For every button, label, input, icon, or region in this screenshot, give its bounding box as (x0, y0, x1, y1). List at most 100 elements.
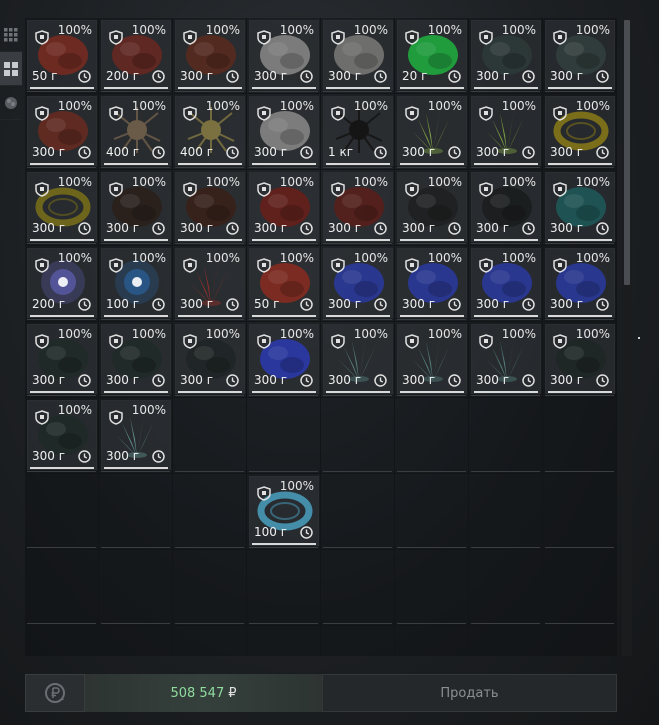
item-weight: 300 г (550, 297, 584, 311)
grid-cell[interactable] (25, 550, 99, 626)
grid-cell[interactable] (395, 626, 469, 656)
inventory-item[interactable]: 100% 300 г (545, 172, 615, 242)
inventory-item[interactable]: 100% 300 г (323, 20, 393, 90)
inventory-item[interactable]: 100% 300 г (175, 248, 245, 318)
inventory-item[interactable]: 100% 50 г (27, 20, 97, 90)
item-underline (104, 467, 168, 469)
inventory-item[interactable]: 100% 400 г (175, 96, 245, 166)
inventory-item[interactable]: 100% 300 г (471, 20, 541, 90)
grid-cell[interactable] (543, 474, 617, 550)
inventory-item[interactable]: 100% 300 г (175, 172, 245, 242)
shield-icon (405, 106, 419, 121)
inventory-item[interactable]: 100% 300 г (27, 172, 97, 242)
inventory-item[interactable]: 100% 300 г (471, 172, 541, 242)
grid-cell[interactable] (543, 626, 617, 656)
inventory-item[interactable]: 100% 300 г (101, 172, 171, 242)
grid-cell[interactable] (247, 626, 321, 656)
grid-cell[interactable] (321, 474, 395, 550)
grid-cell[interactable] (395, 550, 469, 626)
tab-grid-small[interactable] (0, 18, 22, 52)
inventory-item[interactable]: 100% 200 г (27, 248, 97, 318)
inventory-item[interactable]: 100% 100 г (249, 476, 319, 546)
inventory-item[interactable]: 100% 300 г (397, 248, 467, 318)
item-condition: 100% (57, 23, 92, 37)
shield-icon (405, 334, 419, 349)
grid-cell[interactable] (173, 626, 247, 656)
inventory-item[interactable]: 100% 300 г (27, 324, 97, 394)
clock-icon (374, 374, 387, 387)
inventory-item[interactable]: 100% 300 г (175, 324, 245, 394)
inventory-item[interactable]: 100% 300 г (101, 400, 171, 470)
item-weight: 50 г (254, 297, 280, 311)
grid-cell[interactable] (99, 550, 173, 626)
grid-cell[interactable] (469, 550, 543, 626)
inventory-item[interactable]: 100% 300 г (545, 324, 615, 394)
grid-cell[interactable] (247, 398, 321, 474)
tab-artifacts[interactable] (0, 86, 22, 120)
inventory-item[interactable]: 100% 300 г (101, 324, 171, 394)
inventory-item[interactable]: 100% 50 г (249, 248, 319, 318)
grid-cell[interactable] (469, 626, 543, 656)
inventory-item[interactable]: 100% 400 г (101, 96, 171, 166)
inventory-item[interactable]: 100% 300 г (323, 248, 393, 318)
grid-cell[interactable] (543, 550, 617, 626)
item-weight: 300 г (402, 373, 436, 387)
inventory-item[interactable]: 100% 300 г (249, 20, 319, 90)
grid-cell[interactable] (321, 398, 395, 474)
cell-divider (27, 623, 96, 624)
inventory-item[interactable]: 100% 300 г (397, 172, 467, 242)
grid-cell[interactable] (395, 398, 469, 474)
clock-icon (596, 146, 609, 159)
cell-divider (101, 243, 170, 244)
cell-divider (249, 395, 318, 396)
sell-button[interactable]: Продать (322, 674, 617, 712)
inventory-item[interactable]: 100% 200 г (101, 20, 171, 90)
grid-cell[interactable] (25, 474, 99, 550)
scrollbar-thumb[interactable] (624, 20, 630, 285)
grid-cell[interactable] (173, 550, 247, 626)
inventory-item[interactable]: 100% 300 г (545, 20, 615, 90)
grid-cell[interactable] (173, 398, 247, 474)
grid-cell[interactable] (99, 474, 173, 550)
inventory-item[interactable]: 100% 300 г (397, 324, 467, 394)
cell-divider (27, 547, 96, 548)
inventory-item[interactable]: 100% 300 г (323, 172, 393, 242)
grid-cell[interactable] (173, 474, 247, 550)
inventory-item[interactable]: 100% 300 г (27, 400, 97, 470)
cell-divider (323, 319, 392, 320)
item-condition: 100% (575, 175, 610, 189)
tab-grid-large[interactable] (0, 52, 22, 86)
inventory-item[interactable]: 100% 300 г (471, 96, 541, 166)
grid-cell[interactable] (469, 398, 543, 474)
grid-cell[interactable] (395, 474, 469, 550)
inventory-item[interactable]: 100% 300 г (323, 324, 393, 394)
inventory-item[interactable]: 100% 1 кг (323, 96, 393, 166)
grid-cell[interactable] (247, 550, 321, 626)
inventory-item[interactable]: 100% 300 г (175, 20, 245, 90)
cell-divider (397, 243, 466, 244)
inventory-item[interactable]: 100% 20 г (397, 20, 467, 90)
item-condition: 100% (131, 251, 166, 265)
cell-divider (545, 395, 614, 396)
inventory-item[interactable]: 100% 300 г (471, 248, 541, 318)
item-underline (104, 391, 168, 393)
grid-scrollbar[interactable] (622, 18, 632, 656)
grid-cell[interactable] (321, 626, 395, 656)
refresh-price-button[interactable] (25, 674, 85, 712)
inventory-item[interactable]: 100% 300 г (249, 172, 319, 242)
inventory-item[interactable]: 100% 300 г (471, 324, 541, 394)
grid-cell[interactable] (543, 398, 617, 474)
item-underline (400, 391, 464, 393)
clock-icon (152, 222, 165, 235)
inventory-item[interactable]: 100% 300 г (545, 96, 615, 166)
grid-cell[interactable] (469, 474, 543, 550)
inventory-item[interactable]: 100% 300 г (27, 96, 97, 166)
grid-cell[interactable] (25, 626, 99, 656)
inventory-item[interactable]: 100% 300 г (545, 248, 615, 318)
grid-cell[interactable] (321, 550, 395, 626)
inventory-item[interactable]: 100% 100 г (101, 248, 171, 318)
inventory-item[interactable]: 100% 300 г (397, 96, 467, 166)
inventory-item[interactable]: 100% 300 г (249, 96, 319, 166)
grid-cell[interactable] (99, 626, 173, 656)
inventory-item[interactable]: 100% 300 г (249, 324, 319, 394)
